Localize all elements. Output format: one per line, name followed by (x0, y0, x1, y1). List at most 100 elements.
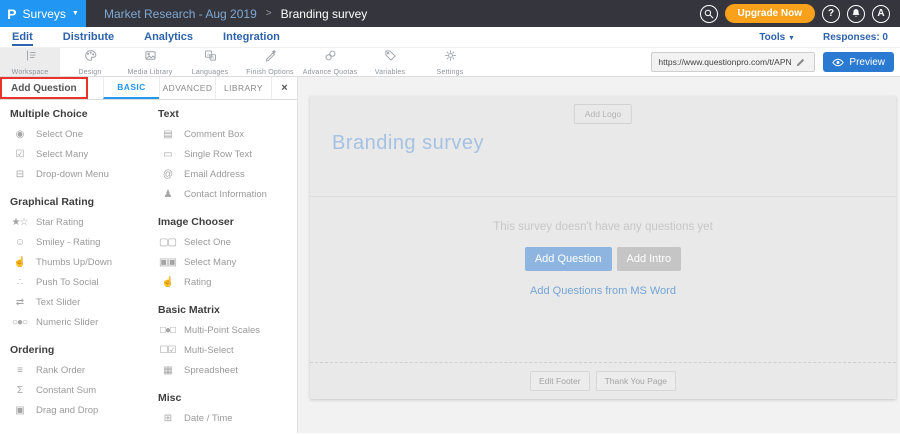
panel-header: Add Question BASICADVANCEDLIBRARY × (0, 77, 297, 100)
breadcrumb: Market Research - Aug 2019 > Branding su… (104, 7, 367, 21)
question-type-label: Single Row Text (184, 149, 252, 160)
question-type-spreadsheet[interactable]: ▦Spreadsheet (158, 360, 267, 380)
responses-count[interactable]: Responses: 0 (823, 32, 888, 43)
canvas-add-question-button[interactable]: Add Question (525, 247, 612, 271)
menu-item-analytics[interactable]: Analytics (144, 29, 193, 46)
question-type-email-address[interactable]: @Email Address (158, 164, 267, 184)
sigma-icon: Σ (10, 385, 29, 396)
tab-advanced[interactable]: ADVANCED (159, 77, 215, 99)
menu-item-integration[interactable]: Integration (223, 29, 280, 46)
question-type-thumbs-up-down[interactable]: ☝Thumbs Up/Down (10, 252, 150, 272)
comment-box-icon: ▤ (158, 129, 177, 140)
toolbar-items: WorkspaceDesign Media Library aALanguagesF… (0, 48, 480, 76)
toolbar-item-variables[interactable]: Variables (360, 48, 420, 76)
question-type-label: Smiley - Rating (36, 237, 100, 248)
menu-right: Tools ▼ Responses: 0 (759, 32, 888, 43)
edit-url-button[interactable] (792, 57, 810, 67)
question-type-single-row-text[interactable]: ▭ Single Row Text (158, 144, 267, 164)
preview-button[interactable]: Preview (823, 52, 894, 72)
question-type-label: Multi-Select (184, 345, 234, 356)
add-question-button[interactable]: Add Question (0, 77, 88, 99)
toolbar-item-languages[interactable]: aALanguages (180, 48, 240, 76)
toolbar-item-finish-options[interactable]: Finish Options (240, 48, 300, 76)
question-type-numeric-slider[interactable]: ○●○Numeric Slider (10, 312, 150, 332)
section-title-basic-matrix: Basic Matrix (158, 304, 267, 316)
toolbar-item-media-library[interactable]: Media Library (120, 48, 180, 76)
search-button[interactable] (700, 5, 718, 23)
pencil-icon (796, 57, 806, 67)
workspace-icon (23, 48, 38, 68)
settings-gear-icon (443, 48, 458, 68)
search-icon (704, 9, 714, 19)
question-type-select-one[interactable]: ◉Select One (10, 124, 150, 144)
question-type-label: Constant Sum (36, 385, 96, 396)
toolbar-item-label: Settings (437, 69, 464, 76)
add-logo-button[interactable]: Add Logo (574, 104, 632, 124)
menu-item-distribute[interactable]: Distribute (63, 29, 114, 46)
survey-title[interactable]: Branding survey (332, 132, 484, 155)
top-bar: P Surveys ▼ Market Research - Aug 2019 >… (0, 0, 900, 27)
toolbar-item-design[interactable]: Design (60, 48, 120, 76)
email-at-icon: @ (158, 169, 177, 180)
question-type-drop-down-menu[interactable]: ⊟Drop-down Menu (10, 164, 150, 184)
toolbar: WorkspaceDesign Media Library aALanguagesF… (0, 48, 900, 77)
tab-basic[interactable]: BASIC (103, 77, 159, 99)
media-library-icon (143, 48, 158, 68)
avatar[interactable]: A (872, 5, 890, 23)
question-type-multi-point-scales[interactable]: □●□Multi-Point Scales (158, 320, 267, 340)
single-row-text-icon: ▭ (158, 149, 177, 160)
question-type-smiley-rating[interactable]: ☺ Smiley - Rating (10, 232, 150, 252)
question-type-label: Drag and Drop (36, 405, 98, 416)
help-button[interactable]: ? (822, 5, 840, 23)
product-label: Surveys (23, 7, 66, 21)
question-type-column: Multiple Choice◉Select One☑Select Many⊟D… (10, 100, 150, 433)
tools-menu[interactable]: Tools ▼ (759, 32, 795, 43)
menu-item-edit[interactable]: Edit (12, 29, 33, 46)
thumbs-icon: ☝ (10, 257, 29, 268)
question-type-text-slider[interactable]: ⇄Text Slider (10, 292, 150, 312)
drag-drop-icon: ▣ (10, 405, 29, 416)
thank-you-page-button[interactable]: Thank You Page (596, 371, 676, 391)
notifications-button[interactable] (847, 5, 865, 23)
tab-library[interactable]: LIBRARY (215, 77, 271, 99)
add-questions-from-ms-word-link[interactable]: Add Questions from MS Word (530, 285, 676, 297)
edit-footer-button[interactable]: Edit Footer (530, 371, 590, 391)
toolbar-item-settings[interactable]: Settings (420, 48, 480, 76)
question-type-date-time[interactable]: ⊞Date / Time (158, 408, 267, 428)
bell-icon (851, 8, 861, 19)
close-panel-button[interactable]: × (271, 77, 297, 99)
question-type-drag-and-drop[interactable]: ▣ Drag and Drop (10, 400, 150, 420)
menu-bar: Edit Distribute Analytics Integration Tools… (0, 27, 900, 48)
question-type-rank-order[interactable]: ≡Rank Order (10, 360, 150, 380)
empty-survey-actions: Add Question Add Intro (525, 247, 681, 271)
question-type-label: Select One (184, 237, 231, 248)
add-intro-button[interactable]: Add Intro (617, 247, 682, 271)
question-type-contact-information[interactable]: ♟Contact Information (158, 184, 267, 204)
question-type-rating[interactable]: ☝Rating (158, 272, 267, 292)
toolbar-item-workspace[interactable]: Workspace (0, 48, 60, 76)
languages-icon: aA (203, 48, 218, 68)
toolbar-item-advance-quotas[interactable]: Advance Quotas (300, 48, 360, 76)
question-type-label: Multi-Point Scales (184, 325, 260, 336)
question-type-label: Date / Time (184, 413, 233, 424)
advance-quotas-chain-icon (323, 48, 338, 68)
upgrade-now-button[interactable]: Upgrade Now (725, 4, 815, 23)
finish-options-pen-icon (263, 48, 278, 68)
question-type-multi-select[interactable]: ☐☑Multi-Select (158, 340, 267, 360)
question-type-comment-box[interactable]: ▤Comment Box (158, 124, 267, 144)
question-type-select-many[interactable]: ▣▣Select Many (158, 252, 267, 272)
smiley-icon: ☺ (10, 237, 29, 248)
numeric-slider-icon: ○●○ (10, 317, 29, 328)
survey-url-input[interactable] (652, 57, 792, 67)
question-type-select-many[interactable]: ☑Select Many (10, 144, 150, 164)
question-type-push-to-social[interactable]: ∴Push To Social (10, 272, 150, 292)
section-title-misc: Misc (158, 392, 267, 404)
question-type-constant-sum[interactable]: Σ Constant Sum (10, 380, 150, 400)
breadcrumb-parent[interactable]: Market Research - Aug 2019 (104, 7, 257, 21)
design-palette-icon (83, 48, 98, 68)
app-logo-surveys-menu[interactable]: P Surveys ▼ (0, 0, 86, 27)
toolbar-item-label: Media Library (127, 69, 172, 76)
question-type-star-rating[interactable]: ★☆Star Rating (10, 212, 150, 232)
question-type-select-one[interactable]: ▢▢Select One (158, 232, 267, 252)
panel-tabs: BASICADVANCEDLIBRARY (103, 77, 271, 99)
